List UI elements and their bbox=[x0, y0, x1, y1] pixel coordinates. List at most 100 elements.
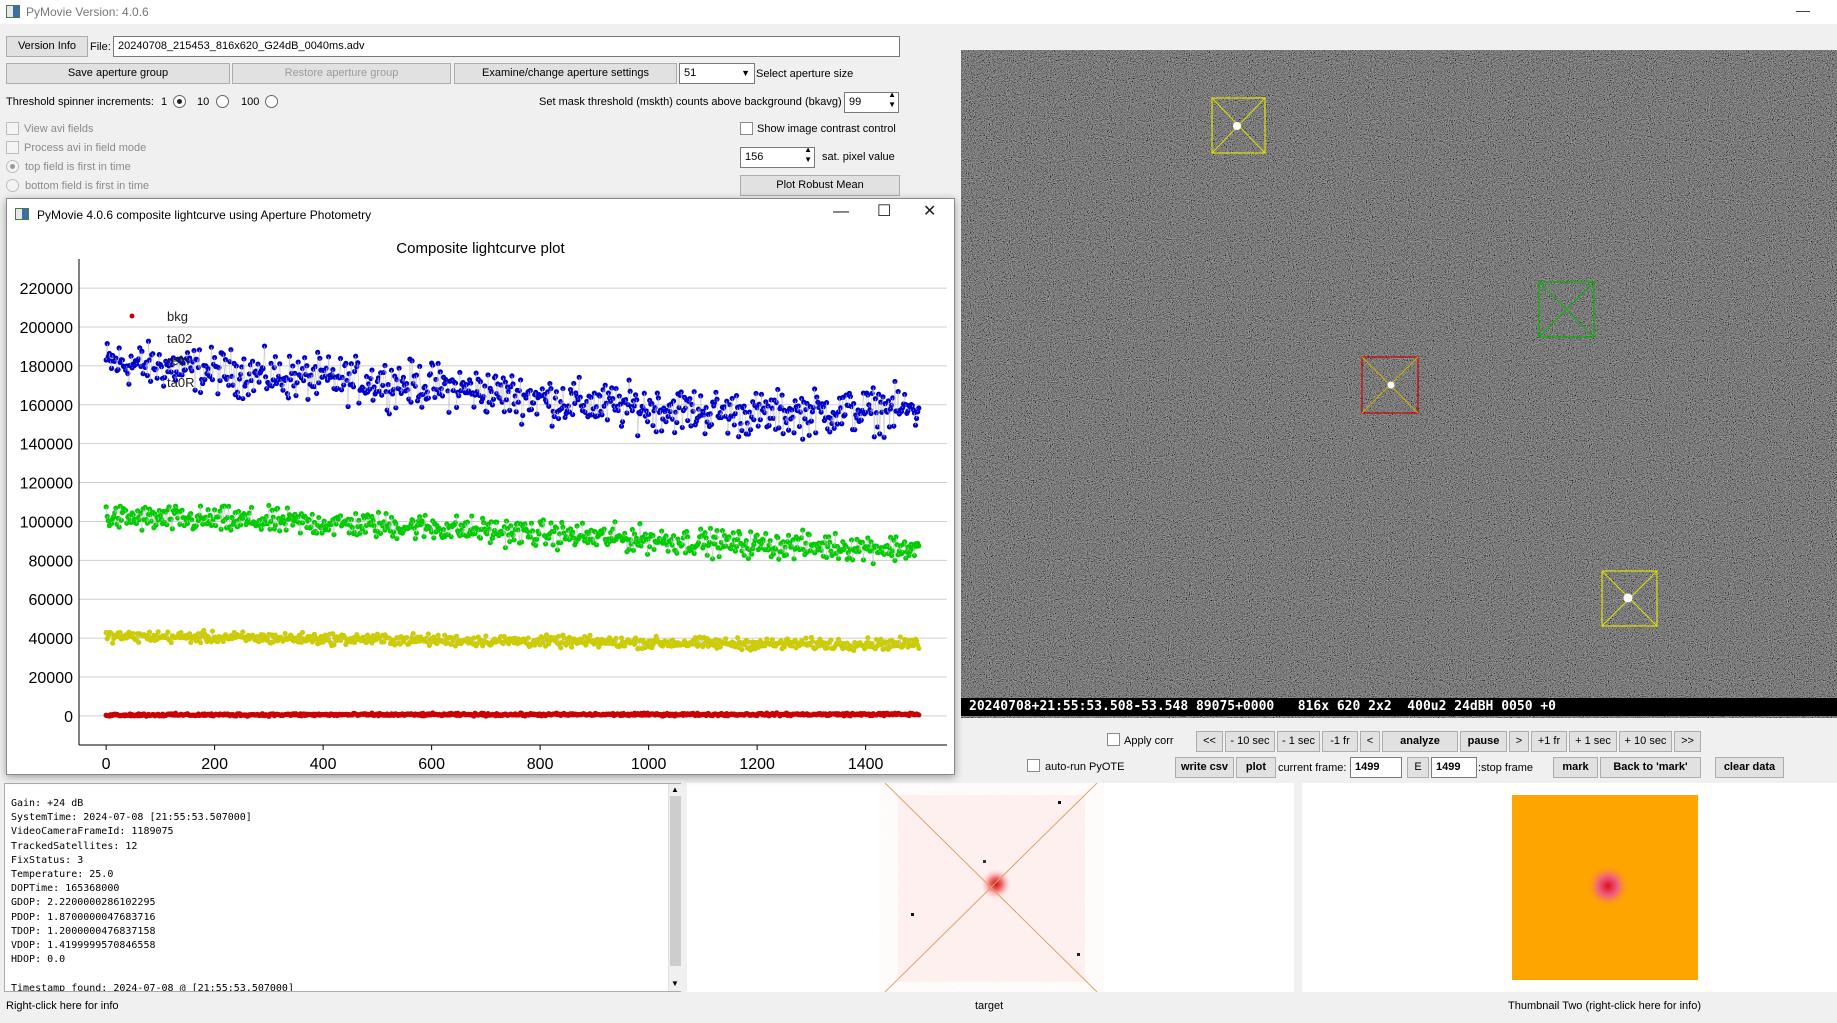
y-tick-label: 20000 bbox=[29, 670, 74, 687]
data-point bbox=[916, 712, 922, 718]
x-tick-label: 600 bbox=[418, 756, 445, 773]
video-noise bbox=[961, 50, 1837, 718]
file-label: File: bbox=[90, 41, 111, 53]
bottom-field-first-radio[interactable] bbox=[6, 179, 19, 192]
spinner-arrows-icon[interactable]: ▲ ▼ bbox=[888, 93, 896, 110]
select-aperture-size-label: Select aperture size bbox=[756, 68, 854, 80]
examine-aperture-settings-button[interactable]: Examine/change aperture settings bbox=[454, 63, 677, 84]
thumbnail-two-footer-label[interactable]: Thumbnail Two (right-click here for info… bbox=[1508, 1000, 1701, 1012]
close-icon[interactable]: ✕ bbox=[923, 201, 936, 221]
sat-pixel-spinner[interactable]: 156 ▲ ▼ bbox=[740, 147, 815, 168]
plot-button[interactable]: plot bbox=[1236, 757, 1276, 778]
threshold-option-100-radio[interactable] bbox=[265, 95, 278, 108]
playback-button-0[interactable]: << bbox=[1196, 731, 1223, 752]
playback-button-11[interactable]: >> bbox=[1674, 731, 1701, 752]
lightcurve-plot-window[interactable]: PyMovie 4.0.6 composite lightcurve using… bbox=[6, 198, 955, 775]
file-field[interactable]: 20240708_215453_816x620_G24dB_0040ms.adv bbox=[113, 36, 900, 57]
playback-button-9[interactable]: + 1 sec bbox=[1569, 731, 1617, 752]
mask-threshold-spinner[interactable]: 99 ▲ ▼ bbox=[844, 92, 899, 113]
apply-corr-label: Apply corr bbox=[1124, 735, 1174, 747]
lightcurve-chart[interactable]: 0 20000 40000 60000 80000 100000 120000 140000 1… bbox=[7, 259, 954, 774]
thumbnail-two-image bbox=[1512, 795, 1698, 980]
spinner-arrows-icon[interactable]: ▲ ▼ bbox=[804, 148, 812, 165]
playback-button-6[interactable]: pause bbox=[1460, 731, 1507, 752]
back-to-mark-button[interactable]: Back to 'mark' bbox=[1600, 757, 1701, 778]
show-contrast-label: Show image contrast control bbox=[757, 123, 896, 135]
maximize-icon[interactable]: ☐ bbox=[877, 201, 891, 221]
playback-button-7[interactable]: > bbox=[1509, 731, 1529, 752]
playback-button-10[interactable]: + 10 sec bbox=[1619, 731, 1672, 752]
restore-aperture-group-button[interactable]: Restore aperture group bbox=[232, 63, 451, 84]
threshold-option-10-label: 10 bbox=[197, 96, 210, 108]
process-avi-field-mode-label: Process avi in field mode bbox=[24, 142, 147, 154]
current-frame-label: current frame: bbox=[1278, 762, 1347, 774]
legend-marker bbox=[129, 313, 135, 319]
sat-pixel-label: sat. pixel value bbox=[822, 151, 895, 163]
stop-frame-label: :stop frame bbox=[1478, 762, 1534, 774]
y-tick-label: 160000 bbox=[20, 398, 73, 415]
data-point bbox=[916, 405, 922, 411]
video-frame[interactable] bbox=[961, 50, 1837, 718]
frame-info-text[interactable]: Gain: +24 dB SystemTime: 2024-07-08 [21:… bbox=[4, 783, 681, 992]
data-point bbox=[337, 637, 344, 644]
data-point bbox=[684, 528, 690, 535]
view-avi-fields-checkbox[interactable] bbox=[6, 122, 19, 135]
playback-button-2[interactable]: - 1 sec bbox=[1277, 731, 1320, 752]
y-tick-label: 40000 bbox=[29, 631, 74, 648]
top-field-first-radio[interactable] bbox=[6, 160, 19, 173]
y-tick-label: 120000 bbox=[20, 476, 73, 493]
playback-button-1[interactable]: - 10 sec bbox=[1225, 731, 1275, 752]
playback-button-5[interactable]: analyze bbox=[1382, 731, 1458, 752]
view-avi-fields-label: View avi fields bbox=[24, 123, 94, 135]
e-button[interactable]: E bbox=[1407, 757, 1429, 778]
write-csv-button[interactable]: write csv bbox=[1175, 757, 1234, 778]
scroll-thumb[interactable] bbox=[670, 796, 681, 966]
x-tick-label: 200 bbox=[201, 756, 228, 773]
playback-button-8[interactable]: +1 fr bbox=[1531, 731, 1567, 752]
clear-data-button[interactable]: clear data bbox=[1715, 757, 1784, 778]
timestamp-overlay: 20240708+21:55:53.508-53.548 89075+0000 … bbox=[961, 698, 1837, 716]
mask-threshold-label: Set mask threshold (mskth) counts above … bbox=[539, 96, 842, 108]
y-tick-label: 180000 bbox=[20, 359, 73, 376]
apply-corr-checkbox[interactable] bbox=[1107, 733, 1120, 746]
title-bar: PyMovie Version: 4.0.6 — bbox=[0, 0, 1837, 24]
info-scrollbar[interactable]: ▲ ▼ bbox=[668, 784, 681, 991]
legend-label-2: refn bbox=[167, 353, 189, 368]
y-tick-label: 200000 bbox=[20, 320, 73, 337]
data-point bbox=[580, 402, 587, 409]
scroll-up-icon[interactable]: ▲ bbox=[671, 785, 679, 794]
info-footer-label[interactable]: Right-click here for info bbox=[6, 1000, 119, 1012]
version-info-button[interactable]: Version Info bbox=[6, 36, 88, 57]
auto-run-pyote-label: auto-run PyOTE bbox=[1045, 761, 1125, 773]
threshold-option-10-radio[interactable] bbox=[216, 95, 229, 108]
aperture-size-select[interactable]: 51 ▼ bbox=[679, 63, 755, 84]
save-aperture-group-button[interactable]: Save aperture group bbox=[6, 63, 230, 84]
threshold-option-1-radio[interactable] bbox=[173, 95, 186, 108]
data-point bbox=[299, 520, 306, 526]
x-tick-label: 1000 bbox=[631, 756, 667, 773]
threshold-option-1-label: 1 bbox=[161, 96, 168, 108]
thumbnail-two-pane[interactable] bbox=[1302, 783, 1837, 992]
minimize-icon[interactable]: — bbox=[833, 203, 849, 221]
minimize-button[interactable]: — bbox=[1796, 2, 1810, 18]
data-point bbox=[349, 524, 356, 531]
playback-button-3[interactable]: -1 fr bbox=[1322, 731, 1358, 752]
target-thumbnail bbox=[884, 782, 1098, 993]
y-tick-label: 220000 bbox=[20, 281, 73, 298]
mark-button[interactable]: mark bbox=[1553, 757, 1598, 778]
process-avi-field-mode-checkbox[interactable] bbox=[6, 141, 19, 154]
playback-button-4[interactable]: < bbox=[1360, 731, 1380, 752]
star-icon bbox=[1623, 593, 1633, 603]
show-contrast-checkbox[interactable] bbox=[740, 122, 753, 135]
data-point bbox=[654, 390, 660, 396]
auto-run-pyote-checkbox[interactable] bbox=[1027, 759, 1040, 772]
data-point bbox=[866, 402, 872, 408]
current-frame-input[interactable]: 1499 bbox=[1350, 757, 1402, 778]
plot-robust-mean-button[interactable]: Plot Robust Mean bbox=[740, 175, 900, 196]
stop-frame-input[interactable]: 1499 bbox=[1431, 757, 1477, 778]
series-2 bbox=[103, 627, 922, 654]
thumbnail-one-pane[interactable] bbox=[687, 782, 1294, 993]
plot-window-title: PyMovie 4.0.6 composite lightcurve using… bbox=[37, 208, 372, 222]
data-point bbox=[642, 531, 648, 537]
scroll-down-icon[interactable]: ▼ bbox=[671, 979, 679, 988]
